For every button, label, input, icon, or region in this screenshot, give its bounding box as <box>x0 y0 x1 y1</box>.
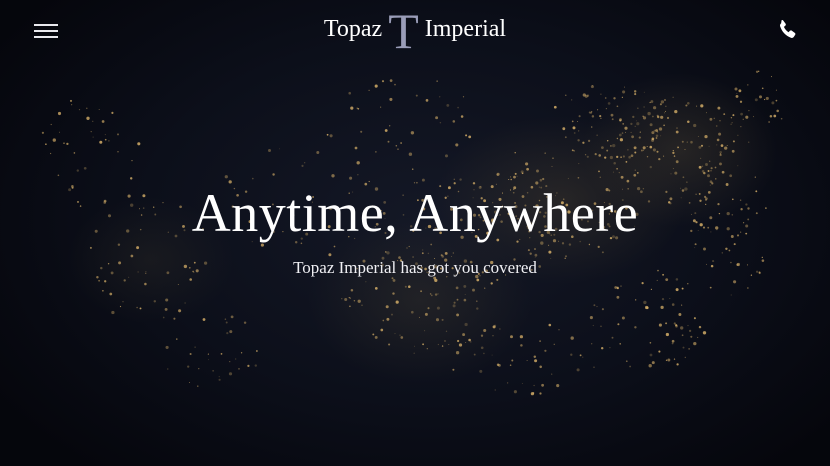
hero-headline: Anytime, Anywhere <box>191 183 639 243</box>
logo-word-left: Topaz <box>323 15 383 42</box>
logo-word-right: Imperial <box>424 15 507 42</box>
phone-icon <box>780 20 796 38</box>
hero-subheadline: Topaz Imperial has got you covered <box>293 258 537 277</box>
brand-logo[interactable]: Topaz T Imperial <box>0 0 830 62</box>
brand-logo-inner: Topaz T Imperial <box>324 6 506 56</box>
logo-monogram: T <box>388 3 419 59</box>
hero-section: Topaz T Imperial Anytime, Anywhere Topaz I… <box>0 0 830 466</box>
phone-button[interactable] <box>775 18 799 42</box>
top-navigation-bar: Topaz T Imperial <box>0 0 830 62</box>
